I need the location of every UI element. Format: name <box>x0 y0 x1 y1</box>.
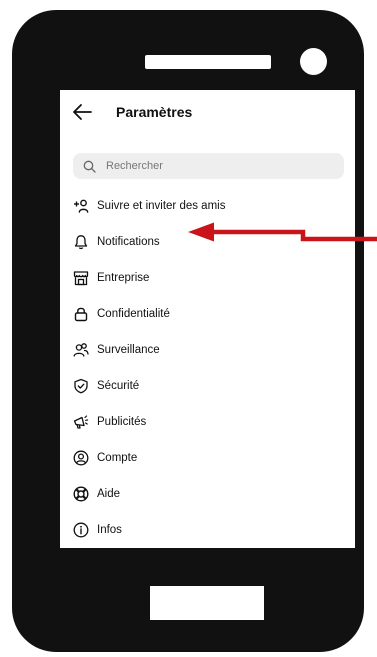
home-button[interactable] <box>150 586 264 620</box>
menu-item-label: Suivre et inviter des amis <box>97 200 226 212</box>
menu-item-supervision[interactable]: Surveillance <box>60 332 355 368</box>
stage: Paramètres Rechercher Suivre et inviter … <box>0 0 377 657</box>
settings-header: Paramètres <box>60 98 355 126</box>
menu-item-ads[interactable]: Publicités <box>60 404 355 440</box>
menu-item-follow-invite[interactable]: Suivre et inviter des amis <box>60 188 355 224</box>
phone-frame: Paramètres Rechercher Suivre et inviter … <box>12 10 364 652</box>
menu-item-label: Surveillance <box>97 344 160 356</box>
megaphone-icon <box>73 415 89 429</box>
lifebuoy-icon <box>73 486 89 502</box>
menu-item-help[interactable]: Aide <box>60 476 355 512</box>
bell-icon <box>74 235 88 250</box>
menu-item-business[interactable]: Entreprise <box>60 260 355 296</box>
search-icon <box>83 160 96 173</box>
menu-item-account[interactable]: Compte <box>60 440 355 476</box>
shield-check-icon <box>74 378 88 394</box>
menu-item-label: Publicités <box>97 416 147 428</box>
add-person-icon <box>74 199 89 213</box>
phone-camera <box>300 48 327 75</box>
info-icon <box>73 522 89 538</box>
storefront-icon <box>73 271 89 286</box>
phone-speaker <box>145 55 271 69</box>
menu-item-label: Entreprise <box>97 272 150 284</box>
menu-item-label: Notifications <box>97 236 160 248</box>
settings-screen: Paramètres Rechercher Suivre et inviter … <box>60 90 355 548</box>
menu-item-privacy[interactable]: Confidentialité <box>60 296 355 332</box>
page-title: Paramètres <box>116 104 193 120</box>
menu-item-label: Infos <box>97 524 122 536</box>
people-icon <box>73 343 89 357</box>
red-pointer-arrow <box>188 222 377 242</box>
search-bar[interactable]: Rechercher <box>73 153 344 179</box>
menu-item-label: Sécurité <box>97 380 140 392</box>
menu-item-label: Confidentialité <box>97 308 170 320</box>
menu-item-label: Compte <box>97 452 138 464</box>
search-placeholder: Rechercher <box>106 160 163 172</box>
menu-item-about[interactable]: Infos <box>60 512 355 548</box>
arrow-left-icon[interactable] <box>72 103 92 121</box>
menu-item-label: Aide <box>97 488 121 500</box>
account-circle-icon <box>73 450 89 466</box>
menu-item-security[interactable]: Sécurité <box>60 368 355 404</box>
lock-icon <box>74 307 88 322</box>
